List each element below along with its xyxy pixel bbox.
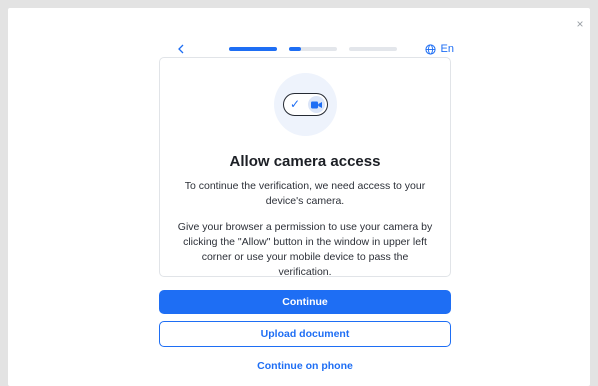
camera-toggle-illustration: ✓ <box>283 93 328 116</box>
close-icon[interactable]: × <box>574 18 586 30</box>
card-instructions: Give your browser a permission to use yo… <box>177 221 433 278</box>
continue-button[interactable]: Continue <box>159 290 451 314</box>
card-description: To continue the verification, we need ac… <box>184 180 426 207</box>
progress-step-1-fill <box>229 47 277 51</box>
chevron-left-icon <box>178 44 184 54</box>
card-title: Allow camera access <box>229 153 381 170</box>
checkmark-icon: ✓ <box>290 97 301 111</box>
progress-step-2 <box>289 47 337 51</box>
progress-step-3 <box>349 47 397 51</box>
globe-icon <box>424 43 436 55</box>
language-selector[interactable]: En <box>424 40 454 58</box>
progress-step-1 <box>229 47 277 51</box>
top-navigation: En <box>168 40 460 58</box>
camera-permission-illustration: ✓ <box>274 73 337 136</box>
continue-on-phone-link[interactable]: Continue on phone <box>159 360 451 372</box>
back-button[interactable] <box>176 40 190 58</box>
progress-step-2-fill <box>289 47 301 51</box>
video-camera-icon <box>311 101 322 109</box>
toggle-knob <box>308 96 325 113</box>
upload-document-button[interactable]: Upload document <box>159 321 451 347</box>
camera-access-card: ✓ Allow camera access To continue the ve… <box>159 57 451 278</box>
language-label: En <box>440 43 454 55</box>
